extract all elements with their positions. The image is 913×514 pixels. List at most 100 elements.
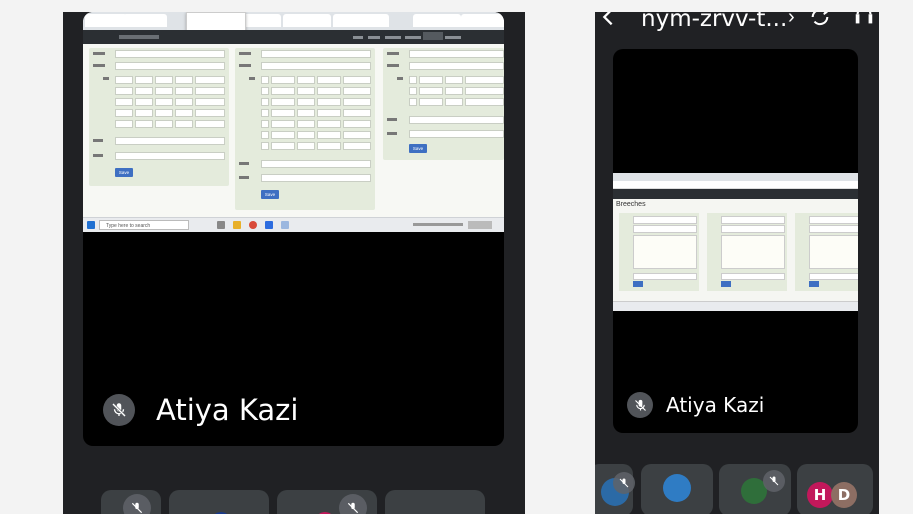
participant-tile-main[interactable]: Breeches Atiya Kazi	[613, 49, 858, 433]
form-field[interactable]	[721, 216, 785, 224]
form-field[interactable]	[271, 120, 295, 128]
windows-start-icon[interactable]	[87, 221, 95, 229]
participant-chip[interactable]	[385, 490, 485, 514]
participant-chip[interactable]	[169, 490, 269, 514]
form-field[interactable]	[115, 152, 225, 160]
form-field[interactable]	[155, 76, 173, 84]
form-field[interactable]	[343, 109, 371, 117]
form-field[interactable]	[175, 120, 193, 128]
form-field[interactable]	[297, 87, 315, 95]
form-field[interactable]	[115, 87, 133, 95]
form-field[interactable]	[195, 120, 225, 128]
form-field[interactable]	[261, 98, 269, 106]
form-field[interactable]	[343, 87, 371, 95]
participant-chip[interactable]: H D	[797, 464, 873, 514]
form-field[interactable]	[419, 98, 443, 106]
form-field[interactable]	[175, 87, 193, 95]
participant-chip[interactable]	[595, 464, 635, 514]
form-field[interactable]	[115, 50, 225, 58]
form-field[interactable]	[409, 50, 504, 58]
form-field[interactable]	[195, 76, 225, 84]
save-button[interactable]: Save	[409, 144, 427, 153]
form-field[interactable]	[135, 109, 153, 117]
meeting-code[interactable]: nym-zrvv-t...	[641, 12, 787, 32]
form-field[interactable]	[261, 120, 269, 128]
form-field[interactable]	[271, 98, 295, 106]
form-field[interactable]	[135, 120, 153, 128]
form-field[interactable]	[271, 109, 295, 117]
form-field[interactable]	[135, 87, 153, 95]
form-field[interactable]	[409, 116, 504, 124]
back-arrow-icon[interactable]	[597, 12, 619, 28]
form-field[interactable]	[261, 142, 269, 150]
participant-chip[interactable]	[277, 490, 377, 514]
form-field[interactable]	[271, 131, 295, 139]
vscode-icon[interactable]	[265, 221, 273, 229]
form-field[interactable]	[297, 76, 315, 84]
form-field[interactable]	[297, 131, 315, 139]
form-field[interactable]	[195, 87, 225, 95]
form-field[interactable]	[317, 131, 341, 139]
form-field[interactable]	[297, 142, 315, 150]
form-field[interactable]	[465, 76, 504, 84]
form-field[interactable]	[297, 109, 315, 117]
form-field[interactable]	[261, 160, 371, 168]
form-field[interactable]	[809, 273, 858, 280]
form-field[interactable]	[175, 76, 193, 84]
form-field[interactable]	[175, 98, 193, 106]
form-field[interactable]	[261, 87, 269, 95]
chevron-right-icon[interactable]: ›	[788, 12, 795, 29]
form-field[interactable]	[809, 235, 858, 269]
form-field[interactable]	[721, 225, 785, 233]
form-field[interactable]	[115, 98, 133, 106]
participant-chip[interactable]	[641, 464, 713, 514]
form-field[interactable]	[419, 76, 443, 84]
form-field[interactable]	[317, 76, 341, 84]
save-button[interactable]: Save	[261, 190, 279, 199]
form-field[interactable]	[261, 109, 269, 117]
form-field[interactable]	[445, 98, 463, 106]
form-field[interactable]	[195, 109, 225, 117]
form-field[interactable]	[343, 76, 371, 84]
form-field[interactable]	[135, 98, 153, 106]
form-field[interactable]	[317, 142, 341, 150]
chrome-icon[interactable]	[249, 221, 257, 229]
form-field[interactable]	[409, 98, 417, 106]
form-field[interactable]	[343, 142, 371, 150]
form-field[interactable]	[261, 50, 371, 58]
form-field[interactable]	[809, 216, 858, 224]
form-field[interactable]	[343, 120, 371, 128]
form-field[interactable]	[135, 76, 153, 84]
form-field[interactable]	[271, 87, 295, 95]
file-explorer-icon[interactable]	[233, 221, 241, 229]
form-field[interactable]	[343, 131, 371, 139]
form-field[interactable]	[115, 109, 133, 117]
task-view-icon[interactable]	[217, 221, 225, 229]
form-field[interactable]	[297, 98, 315, 106]
save-button[interactable]	[721, 281, 731, 287]
form-field[interactable]	[445, 87, 463, 95]
save-button[interactable]: Save	[115, 168, 133, 177]
form-field[interactable]	[175, 109, 193, 117]
form-field[interactable]	[409, 76, 417, 84]
audio-output-icon[interactable]	[853, 12, 875, 28]
form-field[interactable]	[419, 87, 443, 95]
form-field[interactable]	[317, 120, 341, 128]
switch-camera-icon[interactable]	[809, 12, 831, 28]
form-field[interactable]	[115, 62, 225, 70]
app-icon[interactable]	[281, 221, 289, 229]
form-field[interactable]	[261, 62, 371, 70]
taskbar-search-input[interactable]: Type here to search	[99, 220, 189, 230]
form-field[interactable]	[317, 98, 341, 106]
form-field[interactable]	[155, 98, 173, 106]
form-field[interactable]	[409, 130, 504, 138]
participant-chip[interactable]	[719, 464, 791, 514]
form-field[interactable]	[115, 120, 133, 128]
save-button[interactable]	[633, 281, 643, 287]
form-field[interactable]	[633, 225, 697, 233]
form-field[interactable]	[633, 216, 697, 224]
form-field[interactable]	[409, 87, 417, 95]
form-field[interactable]	[195, 98, 225, 106]
form-field[interactable]	[465, 87, 504, 95]
form-field[interactable]	[115, 137, 225, 145]
